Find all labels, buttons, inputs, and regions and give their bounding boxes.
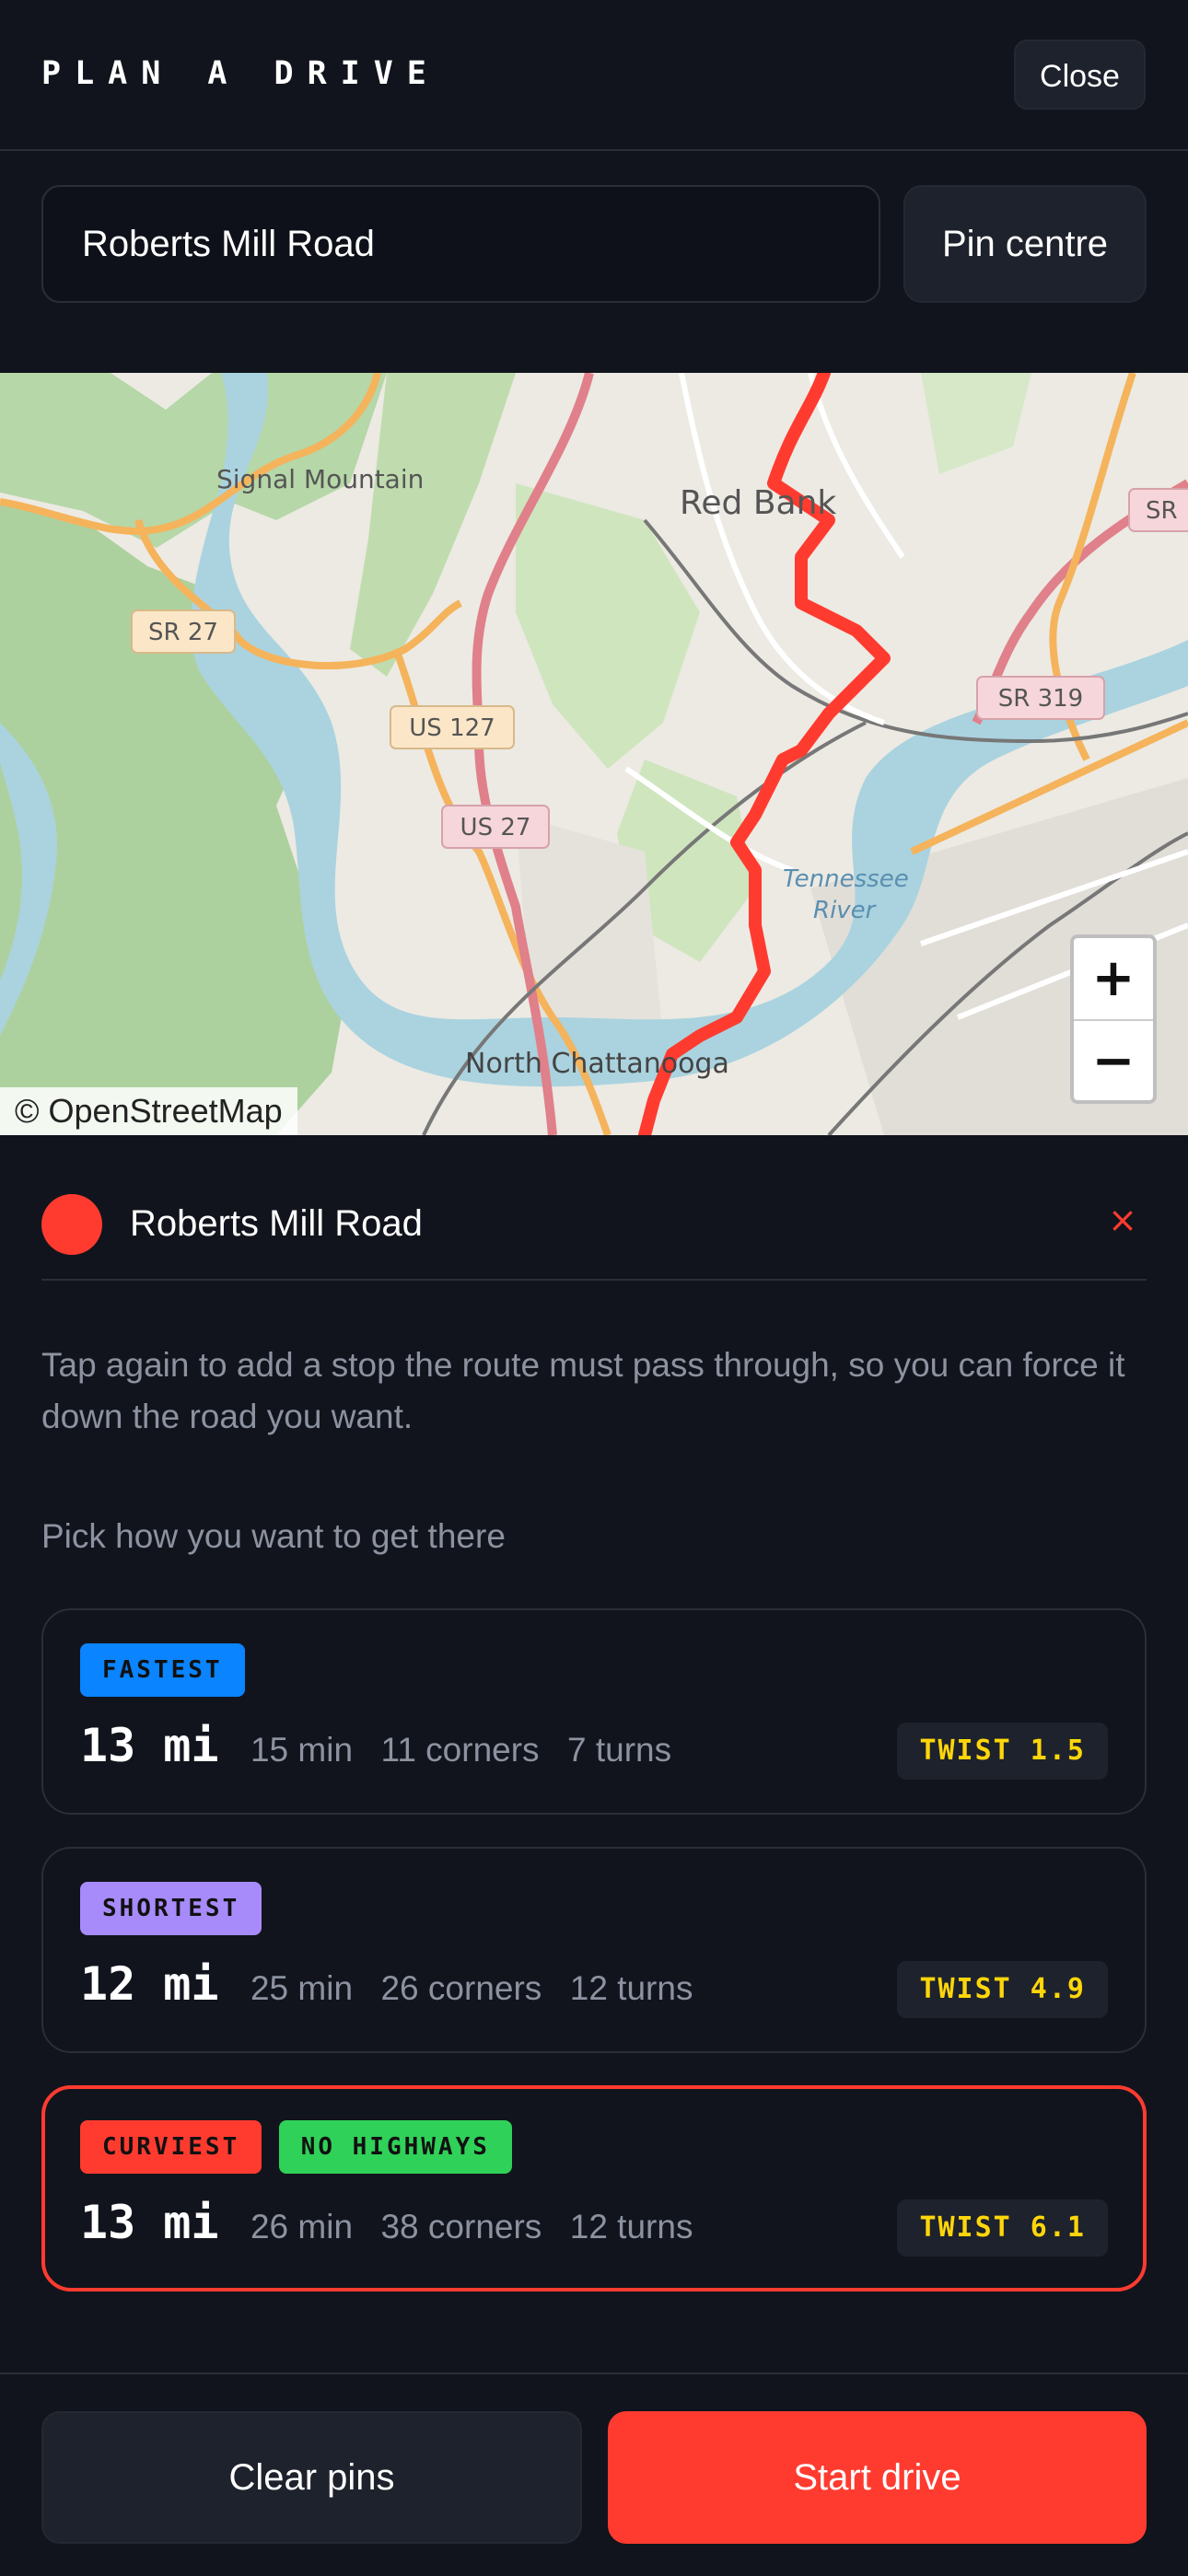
road-shield-us127: US 127 (390, 705, 515, 749)
twist-badge: TWIST 6.1 (897, 2199, 1108, 2257)
svg-text:US 27: US 27 (460, 814, 531, 841)
route-turns: 12 turns (569, 2208, 693, 2245)
route-tag-shortest: SHORTEST (80, 1882, 262, 1935)
pin-marker-icon (41, 1194, 102, 1255)
route-tag-no-highways: NO HIGHWAYS (278, 2120, 512, 2174)
route-corners: 26 corners (380, 1969, 542, 2007)
route-time: 25 min (250, 1969, 354, 2007)
routes-heading: Pick how you want to get there (41, 1517, 506, 1555)
map-attribution[interactable]: © OpenStreetMap (0, 1087, 297, 1135)
map-label-river-2: River (813, 897, 878, 924)
zoom-in-button[interactable]: + (1074, 938, 1153, 1019)
route-distance: 13 mi (80, 1719, 219, 1772)
twist-badge: TWIST 1.5 (897, 1723, 1108, 1780)
start-drive-button[interactable]: Start drive (608, 2411, 1147, 2544)
route-option-fastest[interactable]: FASTEST 13 mi 15 min 11 corners 7 turns … (41, 1608, 1147, 1815)
close-button[interactable]: Close (1014, 40, 1146, 110)
road-shield-sr: SR (1128, 488, 1188, 532)
road-shield-sr27: SR 27 (131, 609, 236, 654)
map-label-red-bank: Red Bank (680, 484, 836, 522)
route-turns: 12 turns (569, 1969, 693, 2007)
pin-centre-button[interactable]: Pin centre (903, 185, 1147, 303)
map-label-signal-mountain: Signal Mountain (216, 464, 424, 494)
twist-badge: TWIST 4.9 (897, 1961, 1108, 2018)
route-corners: 11 corners (380, 1731, 540, 1769)
svg-text:SR 319: SR 319 (998, 685, 1083, 713)
zoom-control: + − (1070, 934, 1157, 1104)
zoom-out-button[interactable]: − (1074, 1019, 1153, 1102)
footer-bar: Clear pins Start drive (0, 2373, 1188, 2576)
hint-text: Tap again to add a stop the route must p… (41, 1346, 1125, 1435)
header-bar: PLAN A DRIVE Close (0, 0, 1188, 151)
page-title: PLAN A DRIVE (41, 55, 440, 92)
pin-name: Roberts Mill Road (130, 1203, 423, 1244)
map-label-north-chattanooga: North Chattanooga (465, 1048, 729, 1080)
route-corners: 38 corners (380, 2208, 542, 2245)
destination-search-input[interactable]: Roberts Mill Road (41, 185, 880, 303)
route-option-shortest[interactable]: SHORTEST 12 mi 25 min 26 corners 12 turn… (41, 1847, 1147, 2053)
route-tag-curviest: CURVIEST (80, 2120, 262, 2174)
road-shield-us27: US 27 (441, 805, 550, 849)
route-distance: 12 mi (80, 1957, 219, 2011)
svg-text:US 127: US 127 (409, 714, 495, 742)
route-tag-fastest: FASTEST (80, 1643, 245, 1697)
map-tiles: Signal Mountain Red Bank North Chattanoo… (0, 373, 1188, 1135)
svg-text:SR 27: SR 27 (148, 619, 218, 646)
route-time: 26 min (250, 2208, 354, 2245)
route-distance: 13 mi (80, 2196, 219, 2249)
clear-pins-button[interactable]: Clear pins (41, 2411, 582, 2544)
map-label-river-1: Tennessee (783, 865, 909, 893)
road-shield-sr319: SR 319 (976, 676, 1105, 720)
route-map[interactable]: Signal Mountain Red Bank North Chattanoo… (0, 373, 1188, 1135)
route-time: 15 min (250, 1731, 354, 1769)
svg-text:SR: SR (1146, 497, 1178, 525)
remove-pin-button[interactable]: × (1108, 1200, 1137, 1240)
route-turns: 7 turns (567, 1731, 672, 1769)
pin-list-item: Roberts Mill Road × (41, 1166, 1147, 1281)
route-option-curviest[interactable]: CURVIEST NO HIGHWAYS 13 mi 26 min 38 cor… (41, 2085, 1147, 2292)
